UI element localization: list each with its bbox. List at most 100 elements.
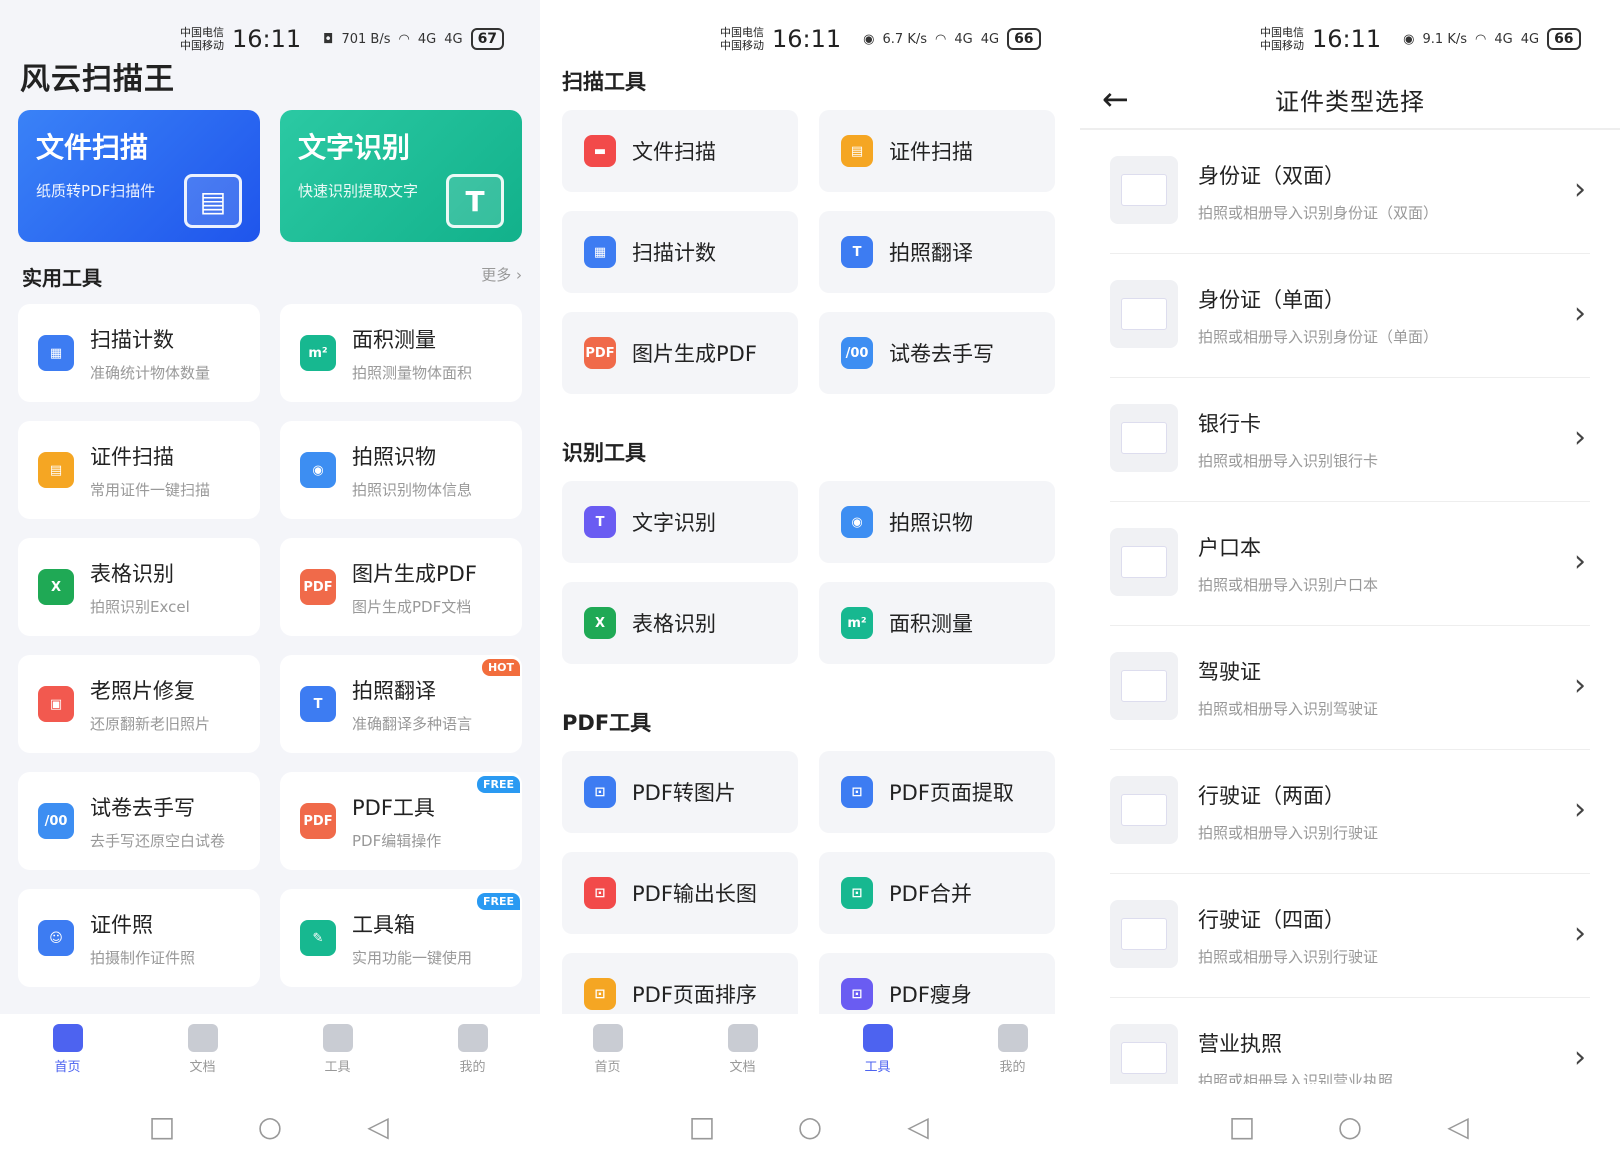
tool-tile[interactable]: PDF 图片生成PDF 图片生成PDF文档 <box>280 538 522 636</box>
document-type-row[interactable]: 身份证（双面） 拍照或相册导入识别身份证（双面） › <box>1110 130 1590 254</box>
tool-tile[interactable]: ▦ 扫描计数 准确统计物体数量 <box>18 304 260 402</box>
back-button[interactable]: ◁ <box>904 1113 932 1141</box>
system-nav-bar: □ ○ ◁ <box>1080 1084 1620 1170</box>
tab-user[interactable]: 我的 <box>973 1023 1053 1075</box>
card-graphic <box>1121 1042 1167 1074</box>
signal-icon-2: 4G <box>1520 31 1540 47</box>
recents-button[interactable]: □ <box>688 1113 716 1141</box>
tool-tile[interactable]: ◉ 拍照识物 <box>819 481 1055 563</box>
text-recog-icon: T <box>446 174 504 228</box>
carrier-labels: 中国电信 中国移动 <box>1260 26 1304 52</box>
tool-tile[interactable]: /00 试卷去手写 <box>819 312 1055 394</box>
doc-scan-icon: ▬ <box>584 135 616 167</box>
card-graphic <box>1121 794 1167 826</box>
banner-doc-scan[interactable]: 文件扫描 纸质转PDF扫描件 ▤ <box>18 110 260 242</box>
tool-tile[interactable]: T 拍照翻译 <box>819 211 1055 293</box>
tool-tile[interactable]: PDF 图片生成PDF <box>562 312 798 394</box>
tool-tile[interactable]: ▤ 证件扫描 常用证件一键扫描 <box>18 421 260 519</box>
section-title: 扫描工具 <box>562 70 646 94</box>
status-bar: 中国电信 中国移动 16:11 ◉ 6.7 K/s ◠ 4G 4G 66 <box>720 22 1041 56</box>
pdf-image-icon: PDF <box>300 569 336 605</box>
document-type-row[interactable]: 行驶证（四面） 拍照或相册导入识别行驶证 › <box>1110 874 1590 998</box>
tile-subtitle: 图片生成PDF文档 <box>352 597 472 616</box>
tile-label: 表格识别 <box>632 612 716 636</box>
document-type-row[interactable]: 行驶证（两面） 拍照或相册导入识别行驶证 › <box>1110 750 1590 874</box>
tile-label: PDF页面排序 <box>632 983 757 1007</box>
tile-title: 证件照 <box>90 912 153 937</box>
tool-tile[interactable]: ▣ 老照片修复 还原翻新老旧照片 <box>18 655 260 753</box>
more-link[interactable]: 更多 › <box>481 264 522 285</box>
tool-tile[interactable]: ⊡ PDF转图片 <box>562 751 798 833</box>
id-card-icon: ▤ <box>38 452 74 488</box>
home-button[interactable]: ○ <box>1336 1113 1364 1141</box>
pdf-tool-icon: PDF <box>300 803 336 839</box>
chevron-right-icon: › <box>1574 296 1586 331</box>
carrier-labels: 中国电信 中国移动 <box>720 26 764 52</box>
document-type-row[interactable]: 银行卡 拍照或相册导入识别银行卡 › <box>1110 378 1590 502</box>
tool-tile[interactable]: m² 面积测量 拍照测量物体面积 <box>280 304 522 402</box>
tab-home[interactable]: 首页 <box>28 1023 108 1075</box>
tile-title: 老照片修复 <box>90 678 195 703</box>
tab-document[interactable]: 文档 <box>703 1023 783 1075</box>
document-type-row[interactable]: 身份证（单面） 拍照或相册导入识别身份证（单面） › <box>1110 254 1590 378</box>
pdf-to-image-icon: ⊡ <box>584 776 616 808</box>
tab-user[interactable]: 我的 <box>433 1023 513 1075</box>
tool-tile[interactable]: ▤ 证件扫描 <box>819 110 1055 192</box>
section-title: 识别工具 <box>562 441 646 465</box>
tab-document[interactable]: 文档 <box>163 1023 243 1075</box>
back-button[interactable]: ◁ <box>364 1113 392 1141</box>
tool-tile[interactable]: X 表格识别 <box>562 582 798 664</box>
pdf-merge-icon: ⊡ <box>841 877 873 909</box>
tool-tile[interactable]: T 拍照翻译 准确翻译多种语言 HOT <box>280 655 522 753</box>
signal-icon: 4G <box>954 31 973 47</box>
tile-label: 扫描计数 <box>632 241 716 265</box>
toolbox-icon: ✎ <box>300 920 336 956</box>
tile-badge: FREE <box>476 893 520 910</box>
card-graphic <box>1121 546 1167 578</box>
chevron-right-icon: › <box>1574 172 1586 207</box>
tool-tile[interactable]: X 表格识别 拍照识别Excel <box>18 538 260 636</box>
document-type-row[interactable]: 驾驶证 拍照或相册导入识别驾驶证 › <box>1110 626 1590 750</box>
tab-home[interactable]: 首页 <box>568 1023 648 1075</box>
app-title: 风云扫描王 <box>20 62 175 97</box>
tile-badge: HOT <box>481 659 520 676</box>
battery-icon: 66 <box>1547 28 1581 50</box>
tool-tile[interactable]: ◉ 拍照识物 拍照识别物体信息 <box>280 421 522 519</box>
tool-tile[interactable]: m² 面积测量 <box>819 582 1055 664</box>
tile-text: 老照片修复还原翻新老旧照片 <box>90 675 210 734</box>
camera-icon: ◉ <box>841 506 873 538</box>
chevron-right-icon: › <box>1574 792 1586 827</box>
row-subtitle: 拍照或相册导入识别户口本 <box>1198 576 1379 594</box>
row-title: 营业执照 <box>1198 1032 1282 1056</box>
tool-tile[interactable]: PDF PDF工具 PDF编辑操作 FREE <box>280 772 522 870</box>
exam-icon: /00 <box>38 803 74 839</box>
tab-toolbox[interactable]: 工具 <box>298 1023 378 1075</box>
tool-tile[interactable]: ▦ 扫描计数 <box>562 211 798 293</box>
system-nav-bar: □ ○ ◁ <box>540 1084 1080 1170</box>
home-button[interactable]: ○ <box>796 1113 824 1141</box>
text-recog-icon: T <box>584 506 616 538</box>
tool-tile[interactable]: T 文字识别 <box>562 481 798 563</box>
home-button[interactable]: ○ <box>256 1113 284 1141</box>
banner-text-recognition[interactable]: 文字识别 快速识别提取文字 T <box>280 110 522 242</box>
tile-subtitle: 还原翻新老旧照片 <box>90 714 211 733</box>
tile-subtitle: PDF编辑操作 <box>352 831 442 850</box>
tool-tile[interactable]: ☺ 证件照 拍摄制作证件照 <box>18 889 260 987</box>
tool-tile[interactable]: ⊡ PDF页面提取 <box>819 751 1055 833</box>
bottom-tab-bar: 首页 文档 工具 我的 <box>540 1014 1080 1084</box>
tab-toolbox[interactable]: 工具 <box>838 1023 918 1075</box>
tool-tile[interactable]: /00 试卷去手写 去手写还原空白试卷 <box>18 772 260 870</box>
back-button[interactable]: ◁ <box>1444 1113 1472 1141</box>
tool-tile[interactable]: ⊡ PDF合并 <box>819 852 1055 934</box>
driver-license-icon <box>1110 652 1178 720</box>
exam-icon: /00 <box>841 337 873 369</box>
signal-icon: 4G <box>1494 31 1513 47</box>
tool-tile[interactable]: ⊡ PDF输出长图 <box>562 852 798 934</box>
tab-label: 工具 <box>324 1059 351 1075</box>
tile-text: 证件扫描 常用证件一键扫描 <box>90 441 210 500</box>
tool-tile[interactable]: ✎ 工具箱 实用功能一键使用 FREE <box>280 889 522 987</box>
recents-button[interactable]: □ <box>148 1113 176 1141</box>
tool-tile[interactable]: ▬ 文件扫描 <box>562 110 798 192</box>
recents-button[interactable]: □ <box>1228 1113 1256 1141</box>
document-type-row[interactable]: 户口本 拍照或相册导入识别户口本 › <box>1110 502 1590 626</box>
